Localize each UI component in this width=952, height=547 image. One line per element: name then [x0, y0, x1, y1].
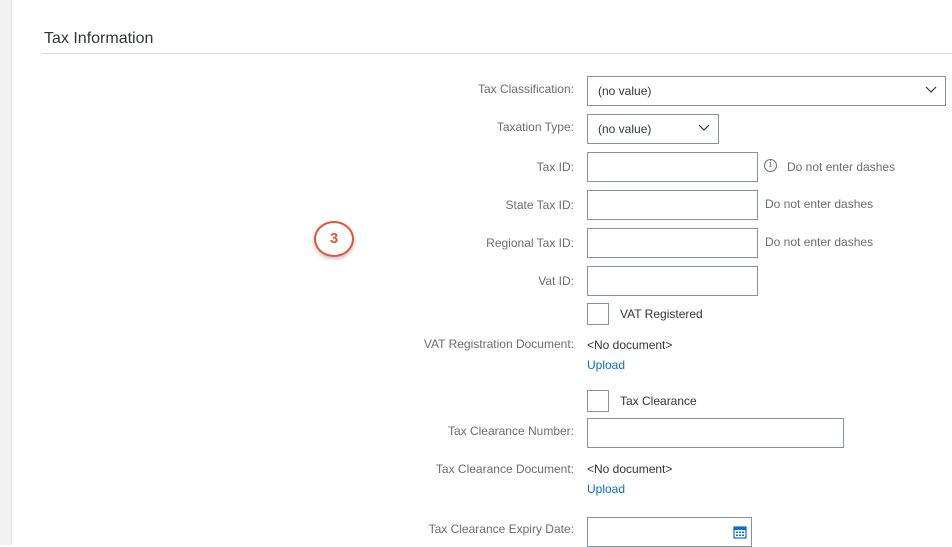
calendar-icon[interactable]: [733, 525, 747, 539]
vat-id-label: Vat ID:: [538, 274, 574, 288]
tax-clearance-upload-link[interactable]: Upload: [587, 482, 625, 496]
section-divider: [42, 53, 952, 54]
tax-classification-select[interactable]: (no value): [587, 76, 946, 106]
vat-registered-label: VAT Registered: [620, 307, 703, 321]
vat-registration-document-value: <No document>: [587, 338, 673, 352]
info-icon: i: [764, 159, 777, 172]
state-tax-id-input[interactable]: [587, 190, 758, 220]
tax-id-label: Tax ID:: [536, 160, 574, 174]
left-gutter: [0, 0, 12, 545]
tax-clearance-document-value: <No document>: [587, 462, 673, 476]
taxation-type-value: (no value): [598, 122, 652, 136]
tax-clearance-document-label: Tax Clearance Document:: [435, 462, 574, 476]
taxation-type-label: Taxation Type:: [496, 120, 574, 134]
tax-clearance-checkbox[interactable]: [587, 390, 609, 412]
vat-registration-document-label: VAT Registration Document:: [423, 337, 574, 351]
chevron-down-icon: [698, 124, 710, 131]
tax-id-input[interactable]: [587, 152, 758, 182]
vat-registered-checkbox[interactable]: [587, 303, 609, 325]
vat-registration-upload-link[interactable]: Upload: [587, 358, 625, 372]
tax-clearance-number-label: Tax Clearance Number:: [447, 424, 574, 438]
tax-clearance-number-input[interactable]: [587, 418, 844, 448]
regional-tax-id-input[interactable]: [587, 228, 758, 258]
tax-clearance-expiry-date-label: Tax Clearance Expiry Date:: [428, 522, 574, 536]
tax-id-hint: Do not enter dashes: [787, 160, 896, 174]
taxation-type-select[interactable]: (no value): [587, 114, 719, 144]
regional-tax-id-hint: Do not enter dashes: [765, 235, 874, 249]
state-tax-id-hint: Do not enter dashes: [765, 197, 874, 211]
tax-clearance-expiry-date-picker[interactable]: [587, 517, 752, 547]
chevron-down-icon: [925, 86, 937, 93]
state-tax-id-label: State Tax ID:: [505, 198, 574, 212]
step-number-badge: 3: [314, 221, 354, 257]
vat-id-input[interactable]: [587, 266, 758, 296]
regional-tax-id-label: Regional Tax ID:: [486, 236, 574, 250]
tax-classification-value: (no value): [598, 84, 652, 98]
tax-classification-label: Tax Classification:: [477, 82, 574, 96]
tax-clearance-label: Tax Clearance: [620, 394, 697, 408]
section-title: Tax Information: [44, 30, 154, 47]
